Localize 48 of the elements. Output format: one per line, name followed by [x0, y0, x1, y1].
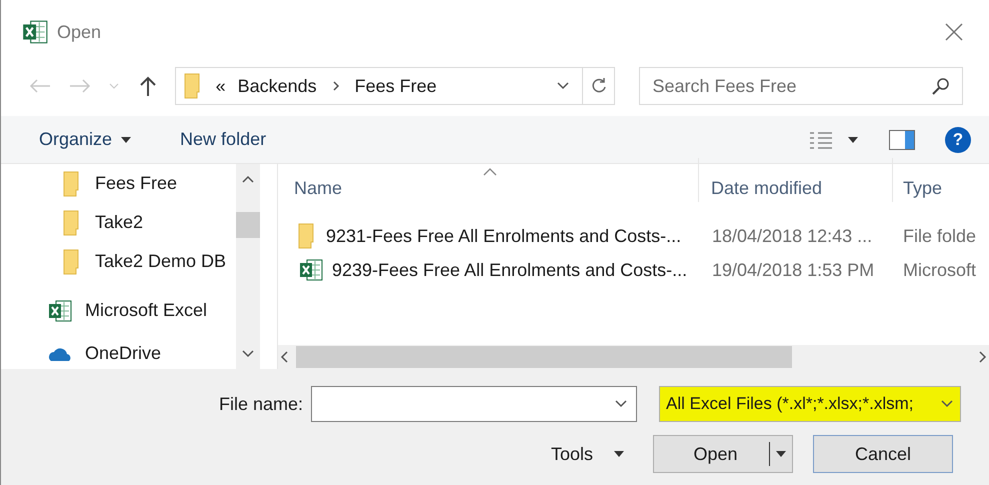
nav-item[interactable]: Fees Free	[1, 168, 236, 199]
close-icon	[944, 22, 964, 42]
scrollbar-thumb[interactable]	[236, 212, 260, 238]
horizontal-scrollbar[interactable]	[278, 345, 989, 369]
refresh-icon	[590, 77, 608, 95]
nav-item[interactable]: Take2 Demo DB	[1, 246, 236, 277]
column-header[interactable]: Type	[892, 158, 989, 202]
sort-ascending-icon	[483, 168, 497, 176]
breadcrumb[interactable]: Backends	[238, 72, 317, 100]
help-button[interactable]: ?	[945, 126, 971, 152]
organize-button[interactable]: Organize	[39, 126, 132, 153]
tools-button[interactable]: Tools	[551, 440, 626, 468]
dropdown-arrow-icon	[847, 136, 859, 144]
breadcrumb[interactable]: Fees Free	[354, 72, 437, 100]
open-button[interactable]: Open	[653, 435, 794, 473]
dropdown-arrow-icon	[613, 450, 626, 458]
nav-item[interactable]: Microsoft Excel	[1, 295, 236, 326]
dropdown-arrow-icon	[775, 450, 788, 458]
nav-item[interactable]: OneDrive	[1, 338, 236, 369]
file-row[interactable]: 9231-Fees Free All Enrolments and Costs-... 18/04/2018 12:43 ... File folde	[278, 220, 989, 252]
file-type: File folde	[902, 224, 976, 248]
cancel-button[interactable]: Cancel	[813, 435, 954, 473]
file-type-dropdown[interactable]: All Excel Files (*.xl*;*.xlsx;*.xlsm;	[659, 386, 962, 422]
new-folder-button[interactable]: New folder	[180, 126, 266, 153]
view-options-button[interactable]	[809, 130, 859, 148]
cloud-icon	[47, 346, 73, 360]
scrollbar-thumb[interactable]	[296, 346, 792, 368]
spreadsheet-icon	[298, 257, 324, 283]
preview-pane-button[interactable]	[889, 130, 915, 150]
breadcrumb-overflow[interactable]: «	[216, 72, 226, 100]
date-modified: 19/04/2018 1:53 PM	[711, 258, 876, 282]
nav-scrollbar[interactable]	[236, 164, 260, 369]
file-row[interactable]: 9239-Fees Free All Enrolments and Costs-... 19/04/2018 1:53 PM Microsoft	[278, 254, 989, 286]
search-icon	[932, 77, 950, 95]
column-header[interactable]: Date modified	[698, 158, 892, 202]
file-name-label: File name:	[219, 392, 304, 416]
window-title: Open	[57, 20, 102, 44]
column-header[interactable]: Name	[278, 175, 698, 202]
chevron-down-icon	[108, 83, 119, 89]
address-bar[interactable]: « Backends Fees Free	[174, 67, 616, 105]
nav-item[interactable]: Take2	[1, 207, 236, 238]
date-modified: 18/04/2018 12:43 ...	[711, 224, 874, 248]
excel-icon	[47, 298, 73, 324]
excel-icon	[21, 18, 49, 46]
file-name: 9239-Fees Free All Enrolments and Costs-...	[332, 258, 688, 282]
file-type: Microsoft	[902, 258, 976, 282]
file-name: 9231-Fees Free All Enrolments and Costs-...	[326, 224, 682, 248]
dropdown-arrow-icon	[120, 136, 132, 144]
